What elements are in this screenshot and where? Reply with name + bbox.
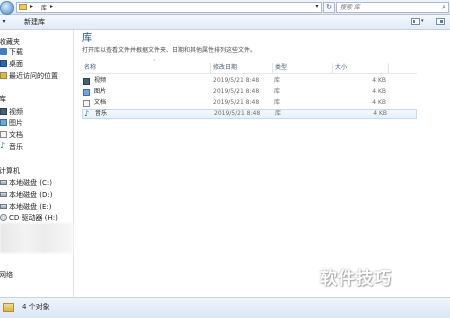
search-input[interactable] [337, 3, 435, 12]
search-icon[interactable]: ⌕ [442, 3, 446, 12]
content-pane: 库 打开库以查看文件并根据文件夹、日期和其他属性排列这些文件。 ⌃ 名称 修改日… [74, 30, 450, 297]
download-icon [0, 48, 7, 55]
image-icon [0, 119, 7, 126]
status-bar: 4 个对象 [0, 297, 450, 318]
page-title: 库 [82, 33, 92, 44]
sort-caret-icon: ⌃ [152, 59, 157, 65]
recent-places-icon [0, 72, 7, 79]
music-icon [0, 141, 7, 151]
address-history-dropdown-icon[interactable]: ▾ [313, 2, 321, 12]
search-box[interactable]: ⌕ [336, 2, 449, 13]
address-row: ▸ 库 ▸ ▾ ↻ ⌕ [0, 0, 450, 15]
music-library-icon [84, 109, 91, 119]
row-size: 4 KB [373, 110, 387, 117]
sidebar-item-label: 文档 [9, 131, 23, 139]
column-divider[interactable] [210, 63, 211, 73]
breadcrumb-arrow-icon[interactable]: ▸ [50, 3, 53, 10]
watermark-text: 软件技巧 [320, 269, 392, 289]
row-date: 2019/5/21 8:48 [213, 99, 260, 106]
row-type: 库 [275, 110, 282, 117]
column-divider[interactable] [272, 63, 273, 73]
sidebar-header-computer[interactable]: 计算机 [0, 166, 20, 176]
change-view-icon[interactable] [411, 18, 420, 25]
row-name: 图片 [94, 88, 107, 95]
address-bar[interactable]: ▸ 库 ▸ [16, 2, 322, 13]
sidebar-item-label: 本地磁盘 (E:) [9, 203, 52, 211]
view-options-dropdown-icon[interactable]: ▾ [421, 16, 424, 27]
blurred-region [0, 223, 73, 253]
row-name: 文档 [94, 99, 107, 106]
row-type: 库 [274, 77, 281, 84]
disk-icon [0, 192, 7, 197]
table-row[interactable]: 视频 2019/5/21 8:48 库 4 KB [82, 76, 417, 86]
refresh-button[interactable]: ↻ [323, 2, 335, 13]
column-header-name[interactable]: 名称 [84, 63, 96, 73]
page-description: 打开库以查看文件并根据文件夹、日期和其他属性排列这些文件。 [82, 47, 257, 54]
sidebar-header-libraries[interactable]: 库 [0, 94, 6, 104]
preview-pane-icon[interactable] [436, 18, 445, 25]
sidebar-header-favorites[interactable]: 收藏夹 [0, 37, 20, 47]
table-row-selected[interactable]: 音乐 2019/5/21 8:48 库 4 KB [82, 109, 417, 119]
desktop-icon [0, 60, 7, 67]
sidebar-item-label: 图片 [9, 119, 23, 127]
row-date: 2019/5/21 8:48 [213, 88, 260, 95]
column-header-size[interactable]: 大小 [335, 63, 347, 73]
row-size: 4 KB [372, 77, 386, 84]
column-header-date[interactable]: 修改日期 [213, 63, 237, 73]
libraries-folder-icon [19, 4, 27, 10]
sidebar-item-label: 视频 [9, 108, 23, 116]
disk-icon [0, 204, 7, 209]
row-size: 4 KB [372, 88, 386, 95]
row-size: 4 KB [372, 99, 386, 106]
column-header-type[interactable]: 类型 [275, 63, 287, 73]
sidebar-item-label: 桌面 [9, 60, 23, 68]
item-count: 4 个对象 [22, 303, 50, 311]
column-divider[interactable] [388, 63, 389, 73]
organize-dropdown-icon[interactable]: ▾ [0, 16, 8, 27]
sidebar-item-label: 下载 [9, 48, 23, 56]
row-type: 库 [274, 99, 281, 106]
video-library-icon [83, 78, 90, 85]
sidebar-item-label: 最近访问的位置 [9, 72, 58, 80]
table-row[interactable]: 图片 2019/5/21 8:48 库 4 KB [82, 87, 417, 97]
column-header-row: ⌃ 名称 修改日期 类型 大小 [82, 59, 417, 74]
video-icon [0, 108, 7, 115]
image-library-icon [83, 89, 90, 96]
row-date: 2019/5/21 8:48 [214, 110, 261, 117]
breadcrumb-arrow-icon[interactable]: ▸ [30, 3, 33, 10]
libraries-folder-icon [3, 303, 14, 312]
breadcrumb-libraries[interactable]: 库 [41, 3, 47, 12]
sidebar-item-label: 本地磁盘 (C:) [9, 179, 52, 187]
row-type: 库 [274, 88, 281, 95]
document-library-icon [83, 100, 90, 107]
column-divider[interactable] [332, 63, 333, 73]
document-icon [0, 131, 7, 138]
navigation-pane: 收藏夹 下载 桌面 最近访问的位置 库 视频 图片 文档 音乐 计算机 本地磁盘… [0, 30, 74, 297]
sidebar-item-label: 本地磁盘 (D:) [9, 191, 53, 199]
row-name: 音乐 [95, 110, 108, 117]
new-library-button[interactable]: 新建库 [22, 15, 47, 29]
row-date: 2019/5/21 8:48 [213, 77, 260, 84]
command-bar: ▾ 新建库 ▾ [0, 15, 450, 30]
sidebar-item-label: CD 驱动器 (H:) [9, 214, 58, 222]
sidebar-item-label: 音乐 [9, 143, 23, 151]
sidebar-header-network[interactable]: 网络 [0, 270, 13, 280]
cd-drive-icon [0, 214, 7, 221]
back-button[interactable] [0, 1, 14, 15]
disk-icon [0, 180, 7, 185]
table-row[interactable]: 文档 2019/5/21 8:48 库 4 KB [82, 98, 417, 108]
row-name: 视频 [94, 77, 107, 84]
